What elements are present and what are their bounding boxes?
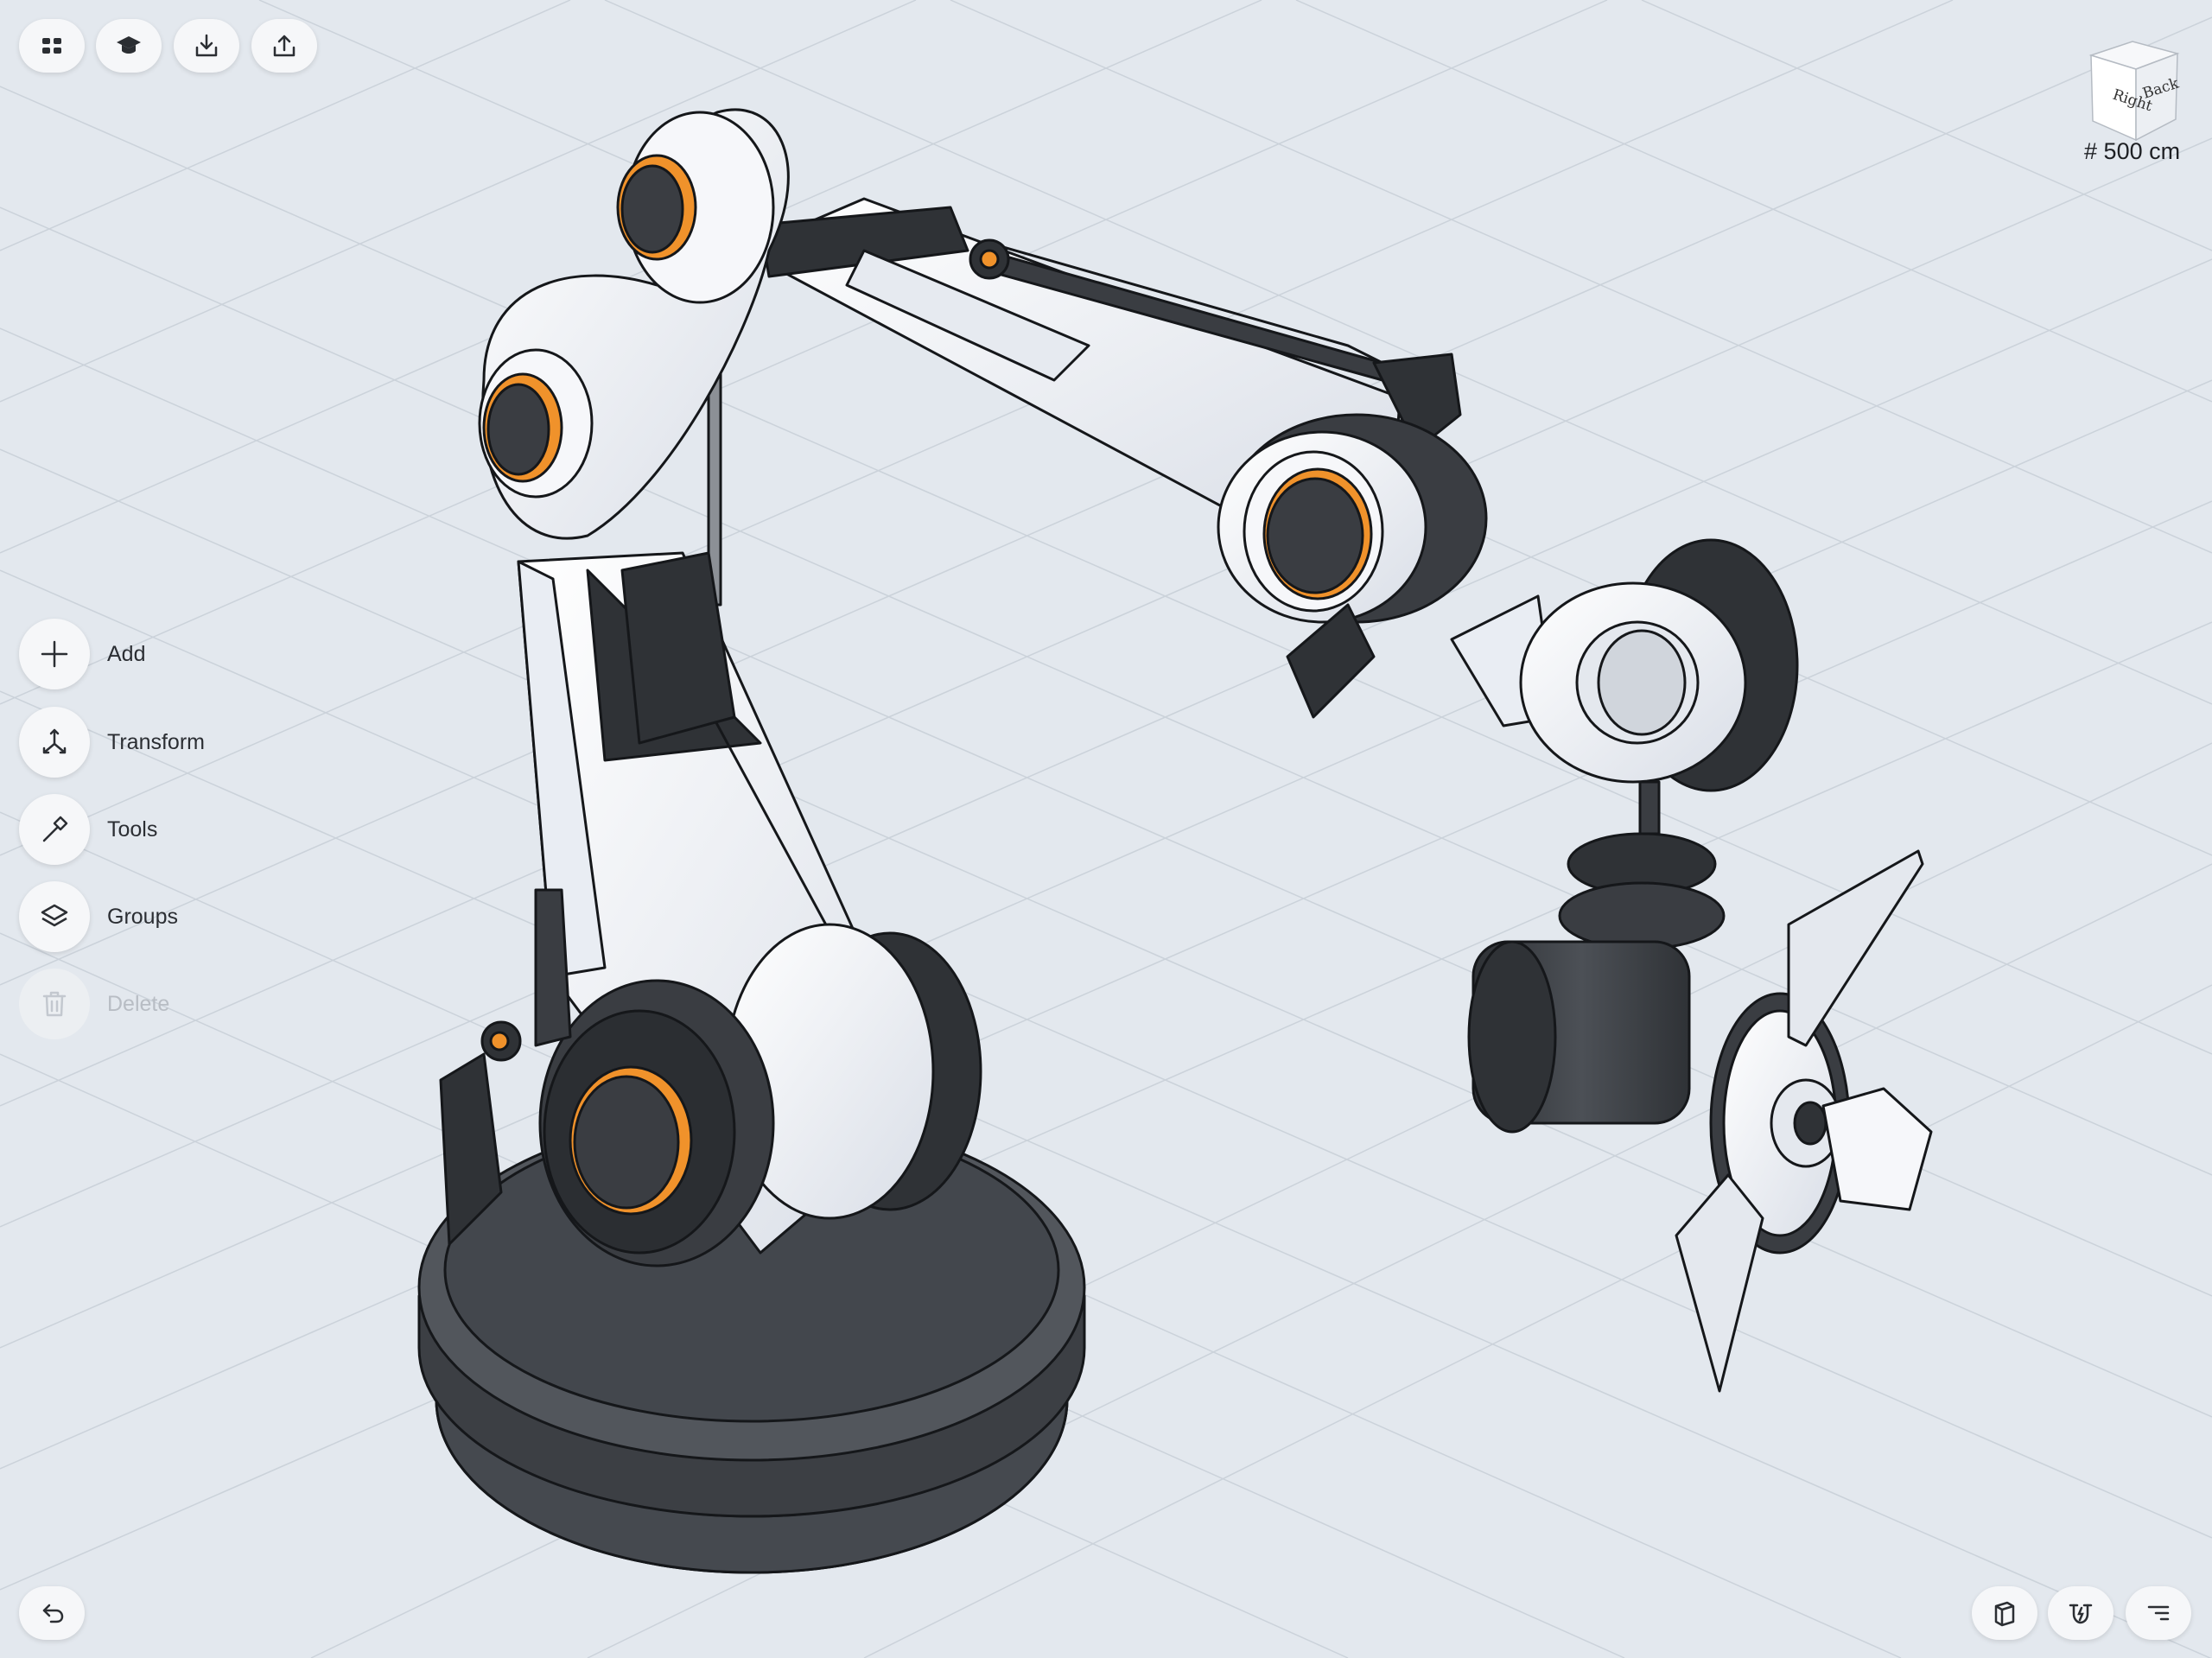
add-button[interactable]: Add xyxy=(19,619,145,689)
groups-label: Groups xyxy=(107,904,178,929)
import-button[interactable] xyxy=(174,19,239,73)
grid-icon xyxy=(42,38,61,54)
robot-arm-model xyxy=(417,108,1933,1574)
3d-viewport[interactable] xyxy=(0,0,2212,1658)
view-cube[interactable]: Right Back xyxy=(2082,38,2183,142)
graduation-cap-icon xyxy=(117,36,141,54)
undo-button[interactable] xyxy=(19,1586,85,1640)
transform-button[interactable]: Transform xyxy=(19,707,205,778)
grid-scale-value: 500 cm xyxy=(2103,138,2181,164)
snap-magnet-icon xyxy=(2069,1604,2093,1624)
layers-icon xyxy=(41,904,68,927)
grid-floor xyxy=(0,0,2212,1658)
tools-label: Tools xyxy=(107,816,158,842)
delete-label: Delete xyxy=(107,991,170,1016)
add-label: Add xyxy=(107,641,146,666)
learn-button[interactable] xyxy=(96,19,162,73)
export-icon xyxy=(273,35,296,57)
transform-label: Transform xyxy=(107,729,205,754)
trash-icon xyxy=(42,991,67,1017)
home-button[interactable] xyxy=(19,19,85,73)
view-mode-button[interactable] xyxy=(1972,1586,2037,1640)
undo-icon xyxy=(42,1604,64,1623)
items-manager-button[interactable] xyxy=(2126,1586,2191,1640)
item-list-icon xyxy=(2147,1605,2170,1621)
groups-button[interactable]: Groups xyxy=(19,881,178,952)
import-icon xyxy=(195,34,218,57)
view-mode-icon xyxy=(1994,1601,2015,1627)
tools-button[interactable]: Tools xyxy=(19,794,157,865)
export-button[interactable] xyxy=(251,19,317,73)
snap-button[interactable] xyxy=(2048,1586,2113,1640)
grid-scale-icon: # xyxy=(2084,138,2098,164)
delete-button[interactable]: Delete xyxy=(19,969,169,1039)
grid-scale-readout: # 500 cm xyxy=(2084,138,2180,165)
plus-icon xyxy=(41,640,68,668)
transform-axes-icon xyxy=(42,728,67,754)
hammer-icon xyxy=(42,816,68,842)
